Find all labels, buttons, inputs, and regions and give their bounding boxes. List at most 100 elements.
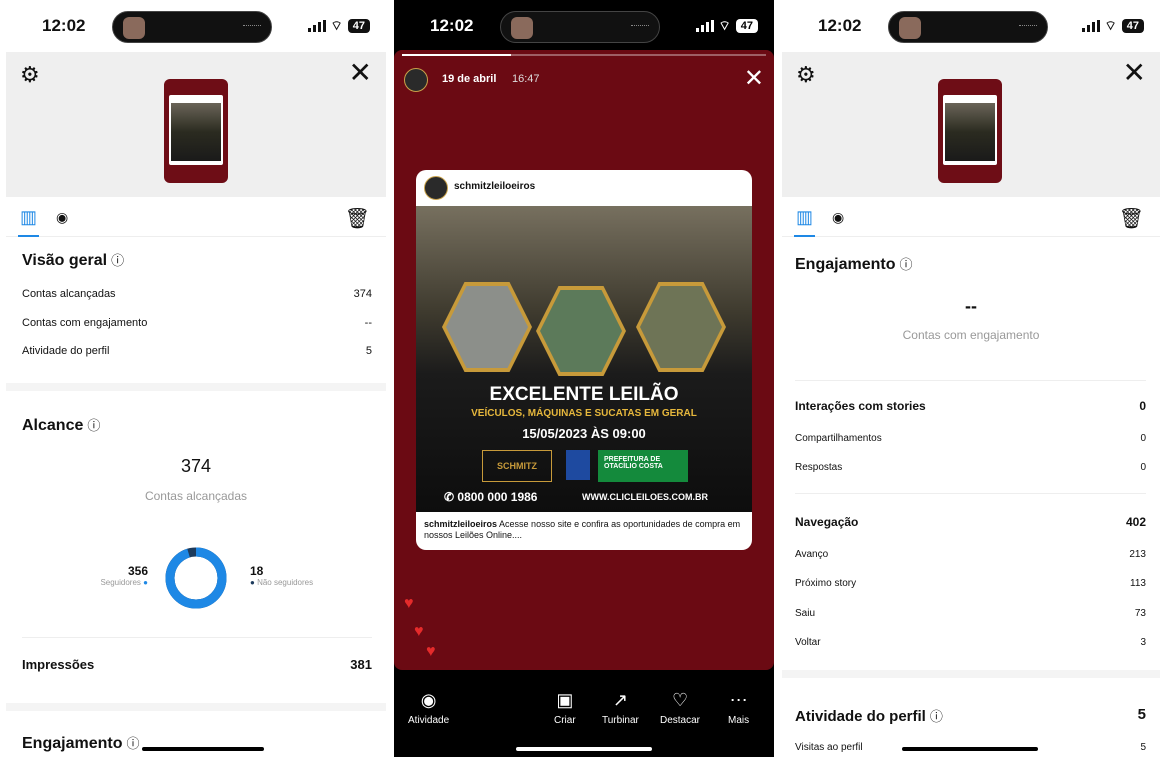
status-bar: 12:02 ⌔ 47 <box>394 0 774 52</box>
post-caption: schmitzleiloeiros Acesse nosso site e co… <box>424 519 744 541</box>
home-indicator <box>902 747 1038 751</box>
post-avatar <box>424 176 448 200</box>
close-icon[interactable]: ✕ <box>744 64 764 93</box>
status-time: 12:02 <box>818 16 862 35</box>
hex-image-van <box>446 286 528 368</box>
thumbnail-card <box>943 95 997 165</box>
turbinar-button[interactable]: ↗ Turbinar <box>602 690 639 726</box>
close-icon[interactable]: ✕ <box>349 56 372 89</box>
profile-activity-header: Atividade do perfil ⓘ 5 <box>795 706 1146 725</box>
story-thumbnail[interactable] <box>938 79 1002 183</box>
impressions-value: 381 <box>350 657 372 672</box>
island-thumbnail <box>511 17 533 39</box>
engagement-number: -- <box>965 296 977 316</box>
profile-activity-title: Atividade do perfil ⓘ <box>795 706 943 725</box>
status-time: 12:02 <box>42 16 86 35</box>
criar-button[interactable]: ▣ Criar <box>554 690 576 726</box>
post-subheadline: VEÍCULOS, MÁQUINAS E SUCATAS EM GERAL <box>471 408 697 419</box>
destacar-button[interactable]: ♡ Destacar <box>660 690 700 726</box>
close-icon[interactable]: ✕ <box>1123 56 1146 89</box>
row-label: Respostas <box>795 462 843 473</box>
chart-icon[interactable]: ▥ <box>17 207 40 237</box>
divider <box>22 637 372 638</box>
interactions-value: 0 <box>1139 399 1146 413</box>
info-icon[interactable]: ⓘ <box>87 418 100 433</box>
hex-frame <box>536 286 626 376</box>
reach-title: Alcance ⓘ <box>22 417 101 434</box>
followers-dot: ● <box>143 578 148 587</box>
avatar[interactable] <box>404 68 428 92</box>
post-datetime: 15/05/2023 ÀS 09:00 <box>522 426 646 441</box>
engagement-subtitle: Contas com engajamento <box>902 328 1040 342</box>
interaction-row: Respostas 0 <box>795 462 1146 473</box>
insights-panel-overview: 12:02 ⌔ 47 ⚙ ✕ ▥ ◉ 🗑 Visão geral ⓘ Contas… <box>6 0 386 757</box>
followers-label: Seguidores <box>100 578 141 587</box>
home-indicator <box>516 747 652 751</box>
shared-post-card[interactable]: schmitzleiloeiros EXCELENTE LEILÃO VEÍCU… <box>416 170 752 550</box>
info-icon[interactable]: ⓘ <box>930 709 943 724</box>
navigation-header: Navegação 402 <box>795 515 1146 529</box>
status-indicators: ⌔ 47 <box>1081 18 1144 34</box>
eye-icon[interactable]: ◉ <box>832 209 844 226</box>
row-value: 113 <box>1130 578 1146 589</box>
brand-text: SCHMITZ <box>497 461 537 471</box>
insights-tabs: ▥ ◉ 🗑 <box>6 197 386 237</box>
insights-panel-engagement: 12:02 ⌔ 47 ⚙ ✕ ▥ ◉ 🗑 Engajamento ⓘ -- Con… <box>782 0 1160 757</box>
eye-icon: ◉ <box>420 690 437 710</box>
island-thumbnail <box>123 17 145 39</box>
prefeitura-seal <box>566 450 590 480</box>
wifi-icon: ⌔ <box>1104 18 1117 33</box>
trash-icon[interactable]: 🗑 <box>345 206 370 231</box>
nonfollowers-value: 18 <box>250 564 264 578</box>
schmitz-logo: SCHMITZ <box>482 450 552 482</box>
trash-icon[interactable]: 🗑 <box>1119 206 1144 231</box>
eye-icon[interactable]: ◉ <box>56 209 68 226</box>
story-thumbnail[interactable] <box>164 79 228 183</box>
interactions-title: Interações com stories <box>795 399 926 413</box>
row-value: 73 <box>1134 608 1146 619</box>
row-value: 5 <box>365 345 372 357</box>
row-label: Saiu <box>795 608 816 619</box>
navigation-title: Navegação <box>795 515 859 529</box>
status-bar: 12:02 ⌔ 47 <box>6 0 386 52</box>
mais-button[interactable]: ⋯ Mais <box>728 690 749 726</box>
info-icon[interactable]: ⓘ <box>126 736 139 751</box>
donut-followers <box>165 547 227 609</box>
story-content[interactable]: 19 de abril 16:47 ✕ schmitzleiloeiros EX… <box>394 50 774 670</box>
insights-tabs: ▥ ◉ 🗑 <box>782 197 1160 237</box>
nonfollowers-label: Não seguidores <box>257 578 314 587</box>
island-dots <box>243 25 261 29</box>
heart-icon: ♥ <box>426 643 436 660</box>
row-label: Compartilhamentos <box>795 433 882 444</box>
wifi-icon: ⌔ <box>330 18 343 33</box>
prefeitura-badge: PREFEITURA DE OTACÍLIO COSTA <box>598 450 688 482</box>
navigation-value: 402 <box>1125 515 1146 529</box>
section-divider <box>6 383 386 391</box>
story-progress-bar <box>402 54 766 56</box>
thumbnail-image <box>945 103 995 161</box>
atividade-label: Atividade <box>408 715 450 726</box>
turbinar-label: Turbinar <box>602 715 639 726</box>
info-icon[interactable]: ⓘ <box>111 253 124 268</box>
section-divider <box>782 670 1160 678</box>
row-label: Avanço <box>795 549 829 560</box>
profile-activity-title-text: Atividade do perfil <box>795 708 926 725</box>
home-indicator <box>142 747 264 751</box>
post-phone: ✆ 0800 000 1986 <box>444 490 538 504</box>
battery-icon: 47 <box>347 19 370 33</box>
gear-icon[interactable]: ⚙ <box>20 62 40 88</box>
gear-icon[interactable]: ⚙ <box>796 62 816 88</box>
row-value: -- <box>364 317 372 329</box>
thumbnail-card <box>169 95 223 165</box>
chart-icon[interactable]: ▥ <box>793 207 816 237</box>
progress-fill <box>402 54 512 56</box>
overview-row: Contas com engajamento -- <box>22 317 372 329</box>
info-icon[interactable]: ⓘ <box>899 257 912 272</box>
post-site: WWW.CLICLEILOES.COM.BR <box>582 492 708 502</box>
thumbnail-image <box>171 103 221 161</box>
navigation-row: Próximo story 113 <box>795 578 1146 589</box>
nonfollowers-dot: ● <box>250 578 255 587</box>
hex-image-truck <box>540 290 622 372</box>
atividade-button[interactable]: ◉ Atividade <box>408 690 449 726</box>
phone-text: 0800 000 1986 <box>457 490 538 504</box>
